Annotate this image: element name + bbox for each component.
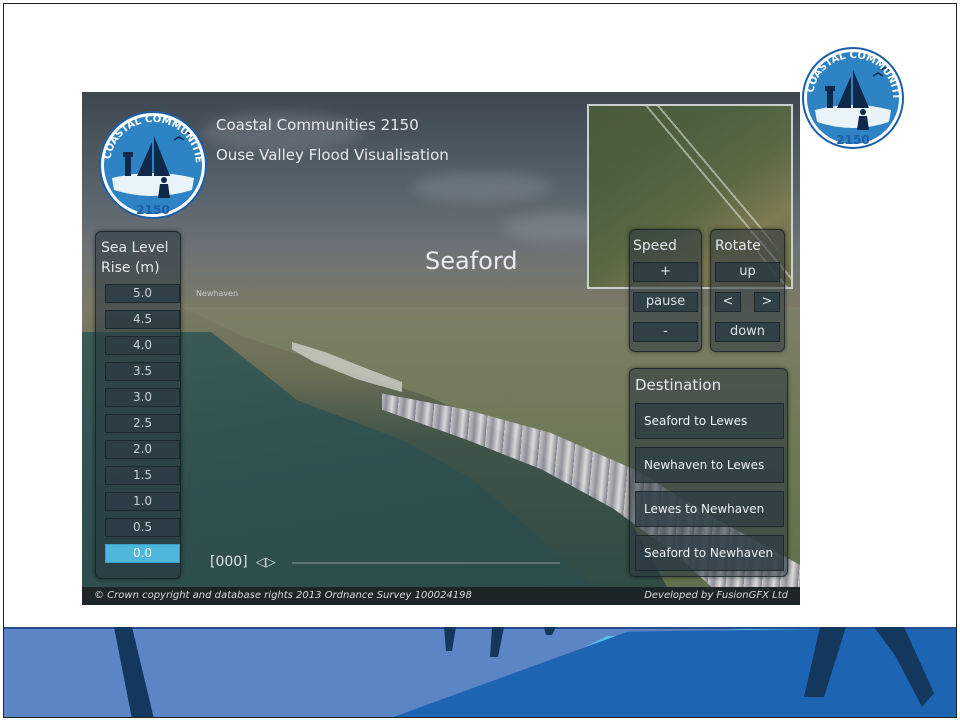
sea-level-option-1-5[interactable]: 1.5 xyxy=(105,466,180,485)
app-title: Coastal Communities 2150 Ouse Valley Flo… xyxy=(216,110,449,170)
app-title-line2: Ouse Valley Flood Visualisation xyxy=(216,146,449,164)
pause-button[interactable]: pause xyxy=(633,292,698,312)
developer-credit: Developed by FusionGFX Ltd xyxy=(644,590,788,601)
destination-panel: Destination Seaford to Lewes Newhaven to… xyxy=(629,368,788,577)
rotate-right-button[interactable]: > xyxy=(754,292,780,312)
rotate-panel: Rotate up < > down xyxy=(710,229,785,352)
sea-level-option-0-0[interactable]: 0.0 xyxy=(105,544,180,563)
frame-counter: [000] xyxy=(210,554,248,570)
destination-lewes-to-newhaven[interactable]: Lewes to Newhaven xyxy=(635,491,784,527)
map-place-label: Newhaven xyxy=(196,289,239,298)
sea-level-option-0-5[interactable]: 0.5 xyxy=(105,518,180,537)
slide-footer-banner xyxy=(4,627,956,717)
destination-seaford-to-newhaven[interactable]: Seaford to Newhaven xyxy=(635,535,784,571)
rotate-left-button[interactable]: < xyxy=(715,292,741,312)
sea-level-option-5-0[interactable]: 5.0 xyxy=(105,284,180,303)
app-footer: © Crown copyright and database rights 20… xyxy=(82,587,800,605)
svg-text:2150: 2150 xyxy=(836,133,869,147)
sea-level-option-4-5[interactable]: 4.5 xyxy=(105,310,180,329)
svg-text:2150: 2150 xyxy=(136,203,169,217)
people-silhouettes xyxy=(114,627,934,717)
destination-title: Destination xyxy=(635,376,722,394)
timeline: [000] ◁▷ xyxy=(210,554,276,570)
current-location-label: Seaford xyxy=(425,247,518,275)
app-logo: 2150 COASTAL COMMUNITIES xyxy=(98,110,207,219)
sea-level-option-3-5[interactable]: 3.5 xyxy=(105,362,180,381)
speed-panel: Speed + pause - xyxy=(629,229,702,352)
app-title-line1: Coastal Communities 2150 xyxy=(216,116,419,134)
flood-visualisation-app: 2150 COASTAL COMMUNITIES Coastal Communi… xyxy=(82,92,800,605)
sea-level-option-2-0[interactable]: 2.0 xyxy=(105,440,180,459)
presentation-slide: 2150 COASTAL COMMUNITIES 2150 COASTAL CO… xyxy=(3,3,957,718)
speed-title: Speed xyxy=(633,238,677,254)
sea-level-options: 5.0 4.5 4.0 3.5 3.0 2.5 2.0 1.5 1.0 0.5 … xyxy=(101,284,180,563)
timeline-slider-track[interactable] xyxy=(292,562,560,564)
sea-level-option-4-0[interactable]: 4.0 xyxy=(105,336,180,355)
speed-increase-button[interactable]: + xyxy=(633,262,698,282)
destination-newhaven-to-lewes[interactable]: Newhaven to Lewes xyxy=(635,447,784,483)
sea-level-panel: Sea Level Rise (m) 5.0 4.5 4.0 3.5 3.0 2… xyxy=(95,231,181,579)
sea-level-option-1-0[interactable]: 1.0 xyxy=(105,492,180,511)
rotate-title: Rotate xyxy=(715,238,761,254)
copyright-text: © Crown copyright and database rights 20… xyxy=(94,590,472,601)
sea-level-option-2-5[interactable]: 2.5 xyxy=(105,414,180,433)
timeline-step-arrows-icon[interactable]: ◁▷ xyxy=(256,555,276,570)
coastal-communities-logo: 2150 COASTAL COMMUNITIES xyxy=(801,46,904,149)
sea-level-title: Sea Level Rise (m) xyxy=(101,240,169,276)
destination-seaford-to-lewes[interactable]: Seaford to Lewes xyxy=(635,403,784,439)
rotate-down-button[interactable]: down xyxy=(715,322,780,342)
speed-decrease-button[interactable]: - xyxy=(633,322,698,342)
rotate-up-button[interactable]: up xyxy=(715,262,780,282)
sea-level-option-3-0[interactable]: 3.0 xyxy=(105,388,180,407)
